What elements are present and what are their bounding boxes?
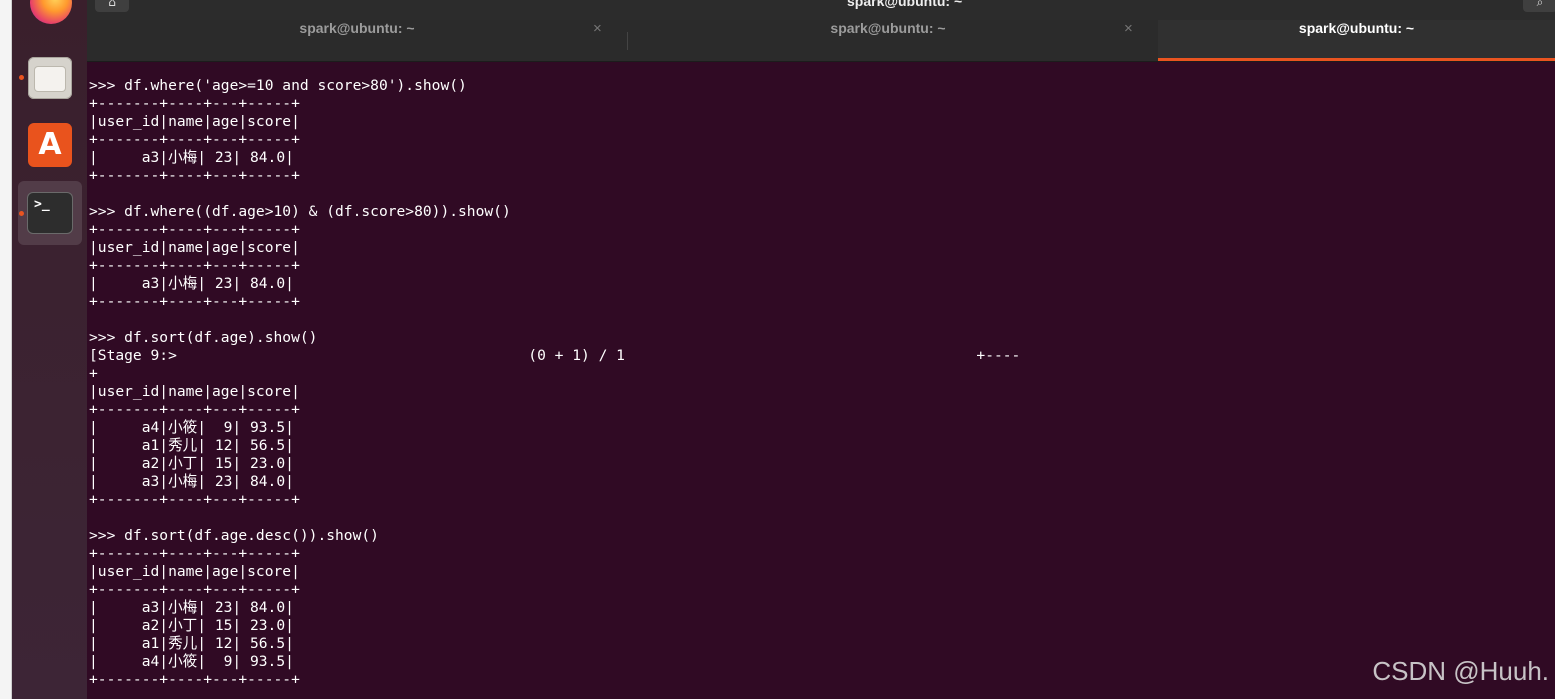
terminal-line: >>> df.sort(df.age).show() <box>89 329 318 346</box>
window-header: ⌂ spark@ubuntu: ~ ⌕ <box>87 0 1555 20</box>
terminal-line: | a3|小梅| 23| 84.0| <box>89 275 294 292</box>
tab-2[interactable]: spark@ubuntu: ~ × <box>618 20 1158 61</box>
running-indicator <box>19 211 24 216</box>
new-tab-button[interactable]: ⌂ <box>95 0 129 12</box>
terminal-line: +-------+----+---+-----+ <box>89 293 300 310</box>
terminal-line: +-------+----+---+-----+ <box>89 95 300 112</box>
watermark: CSDN @Huuh. <box>1372 656 1549 686</box>
terminal-line: +-------+----+---+-----+ <box>89 131 300 148</box>
terminal-line: | a2|小丁| 15| 23.0| <box>89 455 294 472</box>
terminal-line: |user_id|name|age|score| <box>89 563 300 580</box>
terminal-line: | a2|小丁| 15| 23.0| <box>89 617 294 634</box>
terminal-line: +-------+----+---+-----+ <box>89 167 300 184</box>
terminal-line: >>> df.sort(df.age.desc()).show() <box>89 527 379 544</box>
tab-label: spark@ubuntu: ~ <box>299 20 415 36</box>
terminal-line: | a3|小梅| 23| 84.0| <box>89 473 294 490</box>
terminal-line: [Stage 9:> (0 + 1) / 1 +---- <box>89 347 1021 364</box>
tab-1[interactable]: spark@ubuntu: ~ × <box>87 20 627 61</box>
terminal-line: +-------+----+---+-----+ <box>89 581 300 598</box>
terminal-line: | a4|小筱| 9| 93.5| <box>89 653 294 670</box>
screen-margin <box>0 0 12 699</box>
dock: A >_ <box>12 0 87 699</box>
terminal-line: | a1|秀儿| 12| 56.5| <box>89 635 294 652</box>
close-icon[interactable]: × <box>593 20 602 37</box>
terminal-line: |user_id|name|age|score| <box>89 383 300 400</box>
close-icon[interactable]: × <box>1124 20 1133 37</box>
terminal-line: +-------+----+---+-----+ <box>89 221 300 238</box>
terminal-line: | a3|小梅| 23| 84.0| <box>89 149 294 166</box>
running-indicator <box>19 75 24 80</box>
terminal-line: | a4|小筱| 9| 93.5| <box>89 419 294 436</box>
window-title: spark@ubuntu: ~ <box>847 0 963 9</box>
tab-3[interactable]: spark@ubuntu: ~ <box>1158 20 1555 61</box>
terminal-line: >>> df.where((df.age>10) & (df.score>80)… <box>89 203 511 220</box>
tab-bar: spark@ubuntu: ~ × spark@ubuntu: ~ × spar… <box>87 20 1555 62</box>
terminal-line: + <box>89 365 98 382</box>
tab-label: spark@ubuntu: ~ <box>830 20 946 36</box>
terminal-line: | a1|秀儿| 12| 56.5| <box>89 437 294 454</box>
terminal-line: +-------+----+---+-----+ <box>89 257 300 274</box>
terminal-line: +-------+----+---+-----+ <box>89 401 300 418</box>
tab-label: spark@ubuntu: ~ <box>1298 20 1415 36</box>
terminal-line: | a3|小梅| 23| 84.0| <box>89 599 294 616</box>
terminal-line: |user_id|name|age|score| <box>89 239 300 256</box>
search-button[interactable]: ⌕ <box>1523 0 1555 12</box>
terminal-line: +-------+----+---+-----+ <box>89 671 300 688</box>
terminal-line: >>> df.where('age>=10 and score>80').sho… <box>89 77 467 94</box>
terminal-output[interactable]: CSDN @Huuh. >>> df.where('age>=10 and sc… <box>87 62 1555 699</box>
terminal-line: +-------+----+---+-----+ <box>89 491 300 508</box>
software-icon[interactable]: A <box>28 123 72 167</box>
firefox-icon <box>30 0 72 24</box>
terminal-line: +-------+----+---+-----+ <box>89 545 300 562</box>
dock-item-firefox[interactable] <box>18 0 82 44</box>
files-icon[interactable] <box>28 57 72 99</box>
terminal-line: |user_id|name|age|score| <box>89 113 300 130</box>
terminal-icon[interactable]: >_ <box>28 193 72 233</box>
